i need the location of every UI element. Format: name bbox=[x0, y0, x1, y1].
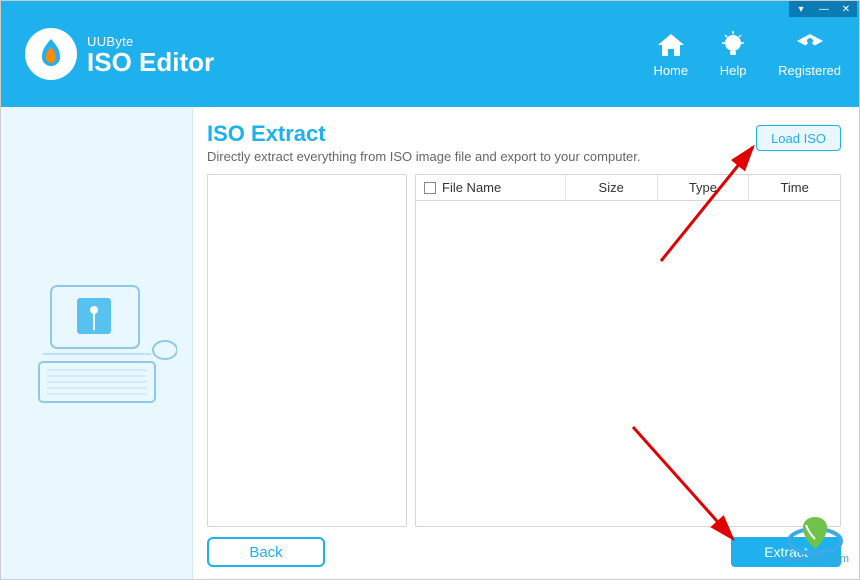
nav: Home Help bbox=[653, 31, 841, 78]
col-type[interactable]: Type bbox=[658, 175, 750, 200]
back-button[interactable]: Back bbox=[207, 537, 325, 567]
header: UUByte ISO Editor Home Help bbox=[1, 1, 859, 107]
app-window: ▾ — ✕ UUByte ISO Editor Home bbox=[0, 0, 860, 580]
dropdown-window-button[interactable]: ▾ bbox=[789, 1, 813, 17]
col-time[interactable]: Time bbox=[749, 175, 840, 200]
registered-icon bbox=[793, 31, 827, 59]
close-button[interactable]: ✕ bbox=[835, 1, 857, 17]
window-controls: ▾ — ✕ bbox=[789, 1, 857, 17]
flame-icon bbox=[25, 28, 77, 80]
nav-help[interactable]: Help bbox=[716, 31, 750, 78]
select-all-checkbox[interactable] bbox=[424, 182, 436, 194]
col-size[interactable]: Size bbox=[566, 175, 658, 200]
main-panel: ISO Extract Directly extract everything … bbox=[193, 107, 859, 579]
minimize-button[interactable]: — bbox=[813, 1, 835, 17]
body: ISO Extract Directly extract everything … bbox=[1, 107, 859, 579]
nav-home[interactable]: Home bbox=[653, 31, 688, 78]
logo: UUByte ISO Editor bbox=[25, 28, 214, 80]
load-iso-button[interactable]: Load ISO bbox=[756, 125, 841, 151]
col-filename[interactable]: File Name bbox=[416, 175, 566, 200]
app-title: ISO Editor bbox=[87, 49, 214, 75]
extract-button[interactable]: Extract bbox=[731, 537, 841, 567]
bulb-icon bbox=[716, 31, 750, 59]
nav-registered[interactable]: Registered bbox=[778, 31, 841, 78]
home-icon bbox=[654, 31, 688, 59]
page-subtitle: Directly extract everything from ISO ima… bbox=[207, 149, 641, 164]
sidebar bbox=[1, 107, 193, 579]
page-title: ISO Extract bbox=[207, 121, 641, 147]
file-list: File Name Size Type Time bbox=[415, 174, 841, 527]
folder-tree[interactable] bbox=[207, 174, 407, 527]
laptop-illustration bbox=[17, 268, 177, 418]
file-list-header: File Name Size Type Time bbox=[416, 175, 840, 201]
